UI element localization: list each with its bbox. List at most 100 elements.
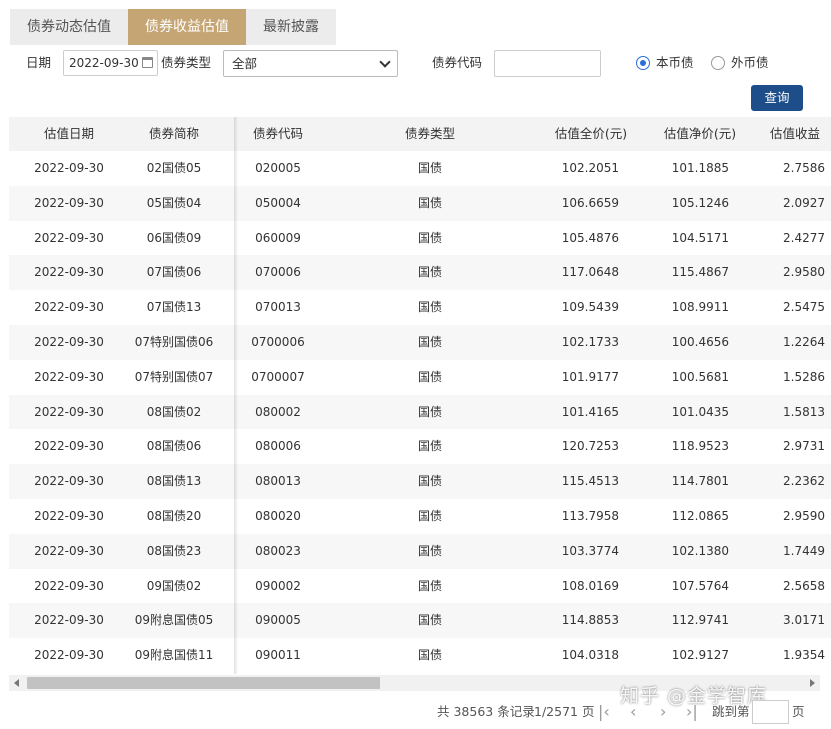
header-yield[interactable]: 估值收益 [770,117,831,151]
header-valuation-date[interactable]: 估值日期 [19,117,119,151]
cell-full-price: 103.3774 [561,543,619,558]
cell-net-price: 118.9523 [671,439,729,454]
table-row[interactable]: 2022-09-30 09附息国债11 090011 国债 104.0318 102.91… [9,638,831,674]
tab-yield-valuation[interactable]: 债券收益估值 [128,9,246,45]
radio-local-currency[interactable] [636,56,650,70]
date-input[interactable]: 2022-09-30 [63,50,158,76]
cell-valuation-date: 2022-09-30 [34,300,104,315]
table-row[interactable]: 2022-09-30 09附息国债05 090005 国债 114.8853 112.97… [9,603,831,639]
cell-yield: 2.9731 [783,439,825,454]
cell-bond-name: 05国债04 [146,195,202,210]
cell-bond-code: 080006 [255,439,301,454]
radio-foreign-currency[interactable] [711,56,725,70]
cell-net-price: 100.4656 [671,335,729,349]
cell-full-price: 101.9177 [561,369,619,384]
cell-bond-type: 国债 [417,161,442,175]
table-row[interactable]: 2022-09-30 06国债09 060009 国债 105.4876 104.5171… [9,220,831,256]
cell-yield: 2.4277 [783,230,825,245]
cell-bond-code: 080013 [255,474,301,489]
scroll-right-icon[interactable] [810,679,815,687]
table-row[interactable]: 2022-09-30 09国债02 090002 国债 108.0169 107.5764… [9,568,831,604]
cell-net-price: 112.0865 [671,509,729,523]
bond-code-input[interactable] [494,50,601,77]
cell-bond-type: 国债 [417,300,442,315]
cell-full-price: 102.2051 [561,161,619,175]
page-suffix: 页 [792,704,805,719]
last-page-icon[interactable]: ›| [686,701,698,723]
scroll-left-icon[interactable] [14,679,19,687]
tab-latest-disclosure[interactable]: 最新披露 [246,9,336,45]
bond-type-value: 全部 [232,56,258,71]
cell-bond-code: 020005 [255,161,301,175]
cell-net-price: 102.1380 [671,543,729,558]
cell-bond-name: 08国债13 [146,474,202,489]
bond-type-select[interactable]: 全部 [223,50,398,77]
table-row[interactable]: 2022-09-30 08国债13 080013 国债 115.4513 114.7801… [9,464,831,500]
cell-bond-type: 国债 [417,230,442,245]
cell-bond-code: 060009 [255,230,301,245]
cell-bond-code: 050004 [255,195,301,210]
cell-yield: 2.5475 [783,300,825,315]
table-row[interactable]: 2022-09-30 02国债05 020005 国债 102.2051 101.1885… [9,151,831,186]
table-row[interactable]: 2022-09-30 07特别国债07 0700007 国债 101.9177 100.5… [9,359,831,395]
header-full-price[interactable]: 估值全价(元) [549,117,633,151]
prev-page-icon[interactable]: ‹ [630,701,636,723]
cell-net-price: 107.5764 [671,578,729,593]
header-bond-type[interactable]: 债券类型 [379,117,481,151]
cell-valuation-date: 2022-09-30 [34,509,104,523]
cell-bond-name: 08国债02 [146,404,202,419]
table-row[interactable]: 2022-09-30 08国债23 080023 国债 103.3774 102.1380… [9,533,831,569]
date-value: 2022-09-30 [69,56,139,70]
cell-net-price: 105.1246 [671,195,729,210]
first-page-icon[interactable]: |‹ [598,701,610,723]
jump-page-input[interactable] [752,700,789,724]
cell-yield: 2.5658 [783,578,825,593]
cell-full-price: 113.7958 [561,509,619,523]
date-label: 日期 [26,55,52,70]
table-row[interactable]: 2022-09-30 07国债13 070013 国债 109.5439 108.9911… [9,290,831,326]
table-header: 估值日期 债券简称 债券代码 债券类型 估值全价(元) 估值净价(元) 估值收益 [9,117,831,151]
cell-yield: 2.9590 [783,509,825,523]
radio-foreign-currency-label[interactable]: 外币债 [731,50,769,76]
cell-yield: 1.5286 [783,369,825,384]
tab-dynamic-valuation[interactable]: 债券动态估值 [10,9,128,45]
cell-net-price: 102.9127 [671,648,729,663]
table-row[interactable]: 2022-09-30 07国债06 070006 国债 117.0648 115.4867… [9,255,831,291]
cell-valuation-date: 2022-09-30 [34,543,104,558]
cell-bond-name: 07国债06 [146,265,202,280]
valuation-table: 估值日期 债券简称 债券代码 债券类型 估值全价(元) 估值净价(元) 估值收益… [9,117,831,674]
cell-yield: 1.9354 [783,648,825,663]
header-net-price[interactable]: 估值净价(元) [655,117,745,151]
cell-bond-name: 07特别国债07 [134,369,214,384]
table-row[interactable]: 2022-09-30 05国债04 050004 国债 106.6659 105.1246… [9,185,831,221]
scrollbar-thumb[interactable] [27,677,380,689]
cell-full-price: 115.4513 [561,474,619,489]
cell-bond-name: 08国债20 [146,509,202,523]
header-bond-name[interactable]: 债券简称 [119,117,229,151]
cell-bond-name: 08国债23 [146,543,202,558]
table-row[interactable]: 2022-09-30 08国债06 080006 国债 120.7253 118.9523… [9,429,831,465]
cell-full-price: 114.8853 [561,613,619,628]
table-row[interactable]: 2022-09-30 07特别国债06 0700006 国债 102.1733 100.4… [9,325,831,360]
cell-net-price: 100.5681 [671,369,729,384]
query-button[interactable]: 查询 [751,85,803,111]
header-bond-code[interactable]: 债券代码 [244,117,312,151]
cell-bond-name: 09附息国债05 [134,613,214,628]
cell-yield: 1.2264 [783,335,825,349]
cell-bond-type: 国债 [417,404,442,419]
cell-bond-code: 090005 [255,613,301,628]
radio-local-currency-label[interactable]: 本币债 [656,50,694,76]
next-page-icon[interactable]: › [660,701,666,723]
cell-valuation-date: 2022-09-30 [34,195,104,210]
table-row[interactable]: 2022-09-30 08国债02 080002 国债 101.4165 101.0435… [9,394,831,430]
cell-valuation-date: 2022-09-30 [34,335,104,349]
cell-bond-code: 080023 [255,543,301,558]
total-records: 共 38563 条记录 [437,704,535,719]
cell-yield: 2.9580 [783,265,825,280]
cell-bond-type: 国债 [417,613,442,628]
cell-bond-name: 02国债05 [146,161,202,175]
cell-full-price: 106.6659 [561,195,619,210]
table-row[interactable]: 2022-09-30 08国债20 080020 国债 113.7958 112.0865… [9,499,831,534]
calendar-icon[interactable] [142,57,153,68]
cell-bond-type: 国债 [417,509,442,523]
